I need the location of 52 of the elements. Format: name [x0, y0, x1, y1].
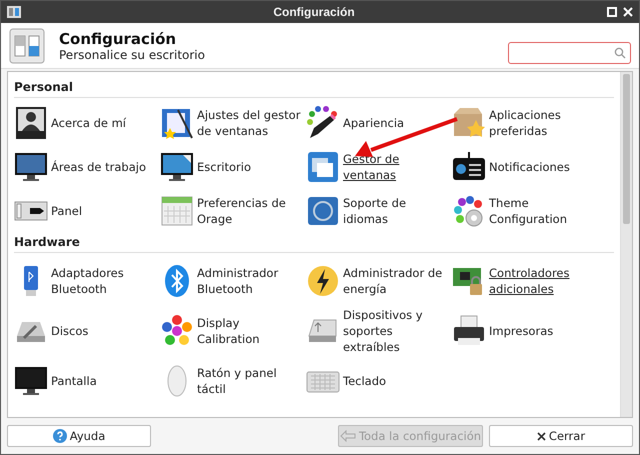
lightning-icon	[306, 264, 340, 298]
settings-item-link[interactable]: Panel	[51, 203, 82, 219]
color-flower-icon	[160, 314, 194, 348]
settings-item-link[interactable]: Impresoras	[489, 323, 554, 339]
settings-item-link[interactable]: Apariencia	[343, 115, 404, 131]
monitor-icon	[160, 150, 194, 184]
settings-item-link[interactable]: Notificaciones	[489, 159, 570, 175]
settings-item-link[interactable]: Dispositivos y soportes extraíbles	[343, 307, 423, 355]
settings-item-link[interactable]: Discos	[51, 323, 88, 339]
search-field[interactable]	[508, 42, 631, 64]
settings-item-link[interactable]: Teclado	[343, 373, 386, 389]
settings-item-link[interactable]: Aplicaciones preferidas	[489, 107, 561, 139]
settings-item-link[interactable]: Theme Configuration	[489, 195, 567, 227]
settings-item-link[interactable]: Escritorio	[197, 159, 252, 175]
window-title: Configuración	[272, 5, 356, 19]
settings-item-link[interactable]: Administrador Bluetooth	[197, 265, 278, 297]
scrollbar[interactable]	[620, 72, 632, 417]
printer-icon	[452, 314, 486, 348]
search-icon	[614, 46, 626, 58]
footer-button[interactable]: Cerrar	[489, 425, 633, 447]
header-subtitle: Personalice su escritorio	[59, 48, 206, 62]
monitor-icon	[14, 364, 48, 398]
footer-button[interactable]: Ayuda	[7, 425, 151, 447]
section-heading: Hardware	[14, 233, 614, 253]
settings-item-link[interactable]: Gestor de ventanas	[343, 151, 400, 183]
settings-item-link[interactable]: Áreas de trabajo	[51, 159, 146, 175]
help-icon	[52, 429, 67, 443]
calendar-icon	[160, 194, 194, 228]
toggle-switches-icon	[9, 28, 45, 64]
id-card-icon	[14, 106, 48, 140]
settings-item-link[interactable]: Controladores adicionales	[489, 265, 570, 297]
settings-item-link[interactable]: Ratón y panel táctil	[197, 365, 277, 397]
box-star-icon	[452, 106, 486, 140]
settings-item-link[interactable]: Soporte de idiomas	[343, 195, 406, 227]
maximize-icon[interactable]	[607, 7, 617, 17]
app-icon	[7, 6, 21, 18]
palette-pencil-icon	[306, 106, 340, 140]
section-heading: Personal	[14, 78, 614, 98]
monitor-icon	[14, 150, 48, 184]
close-icon[interactable]	[623, 7, 633, 17]
settings-item-link[interactable]: Preferencias de Orage	[197, 195, 286, 227]
settings-item-link[interactable]: Pantalla	[51, 373, 97, 389]
settings-item-link[interactable]: Acerca de mí	[51, 115, 126, 131]
settings-item-link[interactable]: Display Calibration	[197, 315, 260, 347]
settings-item-link[interactable]: Ajustes del gestor de ventanas	[197, 107, 300, 139]
windows-icon	[306, 150, 340, 184]
settings-item-link[interactable]: Administrador de energía	[343, 265, 442, 297]
close-icon	[536, 432, 546, 440]
window-wand-icon	[160, 106, 194, 140]
settings-item-link[interactable]: Adaptadores Bluetooth	[51, 265, 124, 297]
header-title: Configuración	[59, 30, 178, 48]
back-arrow-icon	[340, 430, 356, 442]
